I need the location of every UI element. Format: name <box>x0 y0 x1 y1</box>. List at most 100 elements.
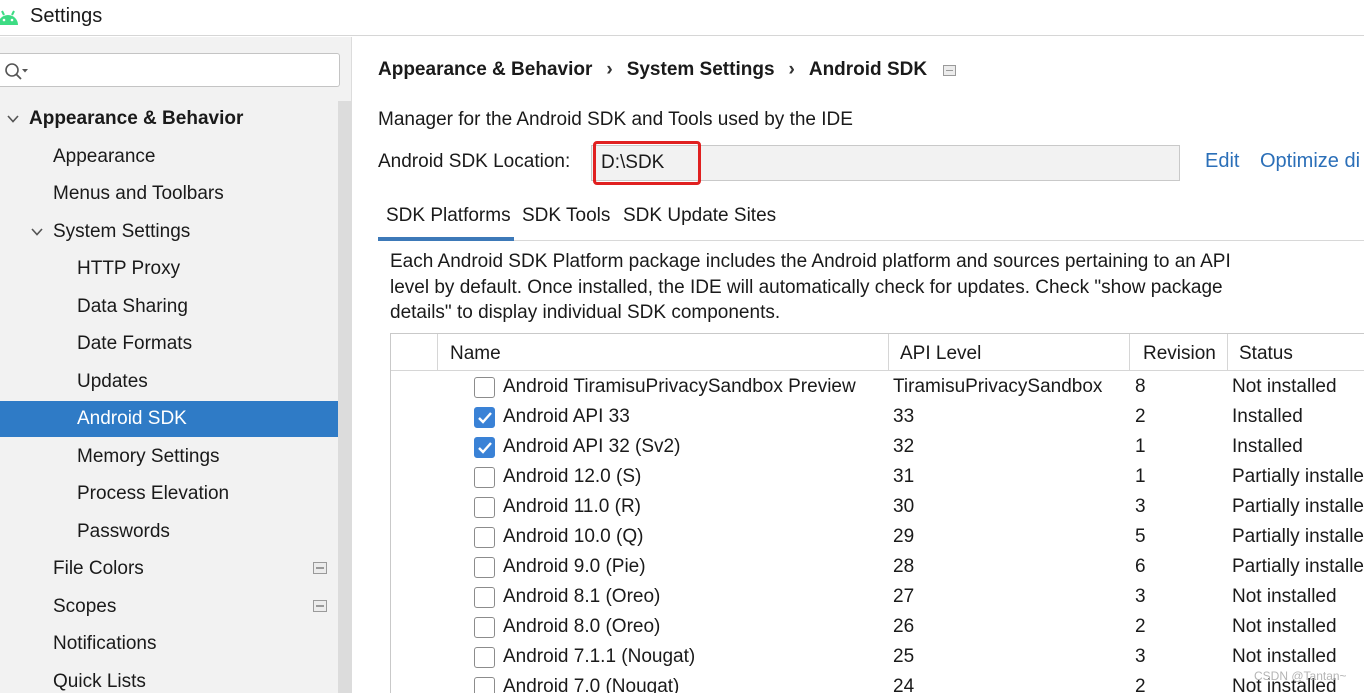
sidebar-item[interactable]: Memory Settings <box>0 439 338 475</box>
table-row[interactable]: Android 7.0 (Nougat) 24 2 Not installed <box>391 672 1364 693</box>
sidebar-item[interactable]: HTTP Proxy <box>0 251 338 287</box>
table-row[interactable]: Android API 33 33 2 Installed <box>391 402 1364 432</box>
column-header-name[interactable]: Name <box>450 334 501 371</box>
cell-name: Android API 33 <box>503 406 630 427</box>
platforms-info-text: Each Android SDK Platform package includ… <box>390 251 1231 323</box>
column-divider <box>1129 334 1130 371</box>
sidebar-item[interactable]: Quick Lists <box>0 664 338 693</box>
cell-status: Installed <box>1232 436 1303 457</box>
chevron-down-icon[interactable] <box>7 113 19 125</box>
cell-api-level: 30 <box>893 496 915 517</box>
checkbox[interactable] <box>474 527 495 548</box>
sidebar-scrollbar[interactable] <box>338 101 352 693</box>
column-divider <box>888 334 889 371</box>
cell-revision: 2 <box>1135 406 1146 427</box>
breadcrumb-item: Appearance & Behavior <box>378 59 593 80</box>
table-row[interactable]: Android 8.1 (Oreo) 27 3 Not installed <box>391 582 1364 612</box>
check-icon <box>478 412 492 424</box>
cell-api-level: 24 <box>893 676 915 693</box>
checkbox[interactable] <box>474 467 495 488</box>
sidebar-item-label: Notifications <box>53 633 157 654</box>
sidebar-item[interactable]: Process Elevation <box>0 476 338 512</box>
sidebar-item[interactable]: File Colors <box>0 551 338 587</box>
cell-status: Partially installe <box>1232 556 1364 577</box>
cell-revision: 3 <box>1135 496 1146 517</box>
checkbox[interactable] <box>474 677 495 693</box>
edit-link[interactable]: Edit <box>1205 150 1239 173</box>
checkbox[interactable] <box>474 497 495 518</box>
checkbox[interactable] <box>474 407 495 428</box>
sidebar-item-label: Data Sharing <box>77 295 188 317</box>
sidebar-item[interactable]: Appearance <box>0 139 338 175</box>
project-level-icon <box>943 65 956 76</box>
settings-search-input[interactable] <box>0 53 340 87</box>
cell-revision: 3 <box>1135 586 1146 607</box>
checkbox[interactable] <box>474 557 495 578</box>
check-icon <box>478 442 492 454</box>
table-row[interactable]: Android API 32 (Sv2) 32 1 Installed <box>391 432 1364 462</box>
checkbox[interactable] <box>474 377 495 398</box>
table-row[interactable]: Android 10.0 (Q) 29 5 Partially installe <box>391 522 1364 552</box>
cell-api-level: 25 <box>893 646 915 667</box>
project-level-icon <box>313 599 327 612</box>
chevron-down-icon[interactable] <box>31 226 43 238</box>
cell-api-level: 27 <box>893 586 915 607</box>
sidebar-item-label: Memory Settings <box>77 445 220 467</box>
cell-api-level: 28 <box>893 556 915 577</box>
cell-name: Android 8.0 (Oreo) <box>503 616 661 637</box>
tab-sdk-platforms[interactable]: SDK Platforms <box>378 197 514 241</box>
table-row[interactable]: Android TiramisuPrivacySandbox Preview Ti… <box>391 372 1364 402</box>
sidebar-item-label: Appearance & Behavior <box>29 108 244 129</box>
cell-revision: 6 <box>1135 556 1146 577</box>
cell-revision: 3 <box>1135 646 1146 667</box>
cell-api-level: 32 <box>893 436 915 457</box>
checkbox[interactable] <box>474 437 495 458</box>
cell-status: Not installed <box>1232 616 1337 637</box>
sidebar-item[interactable]: Updates <box>0 364 338 400</box>
sidebar-item-label: Menus and Toolbars <box>53 183 224 204</box>
column-header-api-level[interactable]: API Level <box>900 334 981 371</box>
sidebar-item-label: Process Elevation <box>77 483 230 504</box>
table-header: Name API Level Revision Status <box>391 334 1364 371</box>
cell-name: Android 9.0 (Pie) <box>503 556 646 577</box>
cell-revision: 1 <box>1135 466 1146 487</box>
cell-status: Installed <box>1232 406 1303 427</box>
sidebar-item[interactable]: Passwords <box>0 514 338 550</box>
cell-status: Partially installe <box>1232 466 1364 487</box>
sidebar-item-label: HTTP Proxy <box>77 258 181 279</box>
cell-revision: 2 <box>1135 616 1146 637</box>
table-row[interactable]: Android 9.0 (Pie) 28 6 Partially installe <box>391 552 1364 582</box>
sidebar-item[interactable]: Data Sharing <box>0 289 338 325</box>
sidebar-item[interactable]: Scopes <box>0 589 338 625</box>
table-row[interactable]: Android 7.1.1 (Nougat) 25 3 Not installed <box>391 642 1364 672</box>
sidebar-item-label: Appearance <box>53 145 156 167</box>
table-row[interactable]: Android 12.0 (S) 31 1 Partially installe <box>391 462 1364 492</box>
checkbox[interactable] <box>474 587 495 608</box>
cell-api-level: 33 <box>893 406 915 427</box>
optimize-link[interactable]: Optimize di <box>1260 150 1360 173</box>
sidebar-item[interactable]: Date Formats <box>0 326 338 362</box>
cell-api-level: 29 <box>893 526 915 547</box>
sidebar-item[interactable]: Notifications <box>0 626 338 662</box>
column-header-status[interactable]: Status <box>1239 334 1293 371</box>
checkbox[interactable] <box>474 617 495 638</box>
cell-name: Android 10.0 (Q) <box>503 526 644 547</box>
sidebar-item[interactable]: Android SDK <box>0 401 352 437</box>
table-row[interactable]: Android 11.0 (R) 30 3 Partially installe <box>391 492 1364 522</box>
column-header-revision[interactable]: Revision <box>1143 334 1216 371</box>
sidebar-item-label: Date Formats <box>77 333 193 354</box>
checkbox[interactable] <box>474 647 495 668</box>
window-title: Settings <box>30 5 103 27</box>
table-row[interactable]: Android 8.0 (Oreo) 26 2 Not installed <box>391 612 1364 642</box>
tab-sdk-update-sites[interactable]: SDK Update Sites <box>623 197 776 241</box>
cell-status: Not installed <box>1232 646 1337 667</box>
sidebar-item[interactable]: Menus and Toolbars <box>0 176 338 212</box>
cell-status: Partially installe <box>1232 496 1364 517</box>
sidebar-item[interactable]: Appearance & Behavior <box>0 101 338 137</box>
android-studio-icon <box>0 10 18 25</box>
tab-sdk-tools[interactable]: SDK Tools <box>522 197 610 241</box>
sidebar-item[interactable]: System Settings <box>0 214 338 250</box>
breadcrumb-separator: › <box>606 59 613 80</box>
cell-name: Android API 32 (Sv2) <box>503 436 681 457</box>
cell-name: Android 11.0 (R) <box>503 496 641 517</box>
